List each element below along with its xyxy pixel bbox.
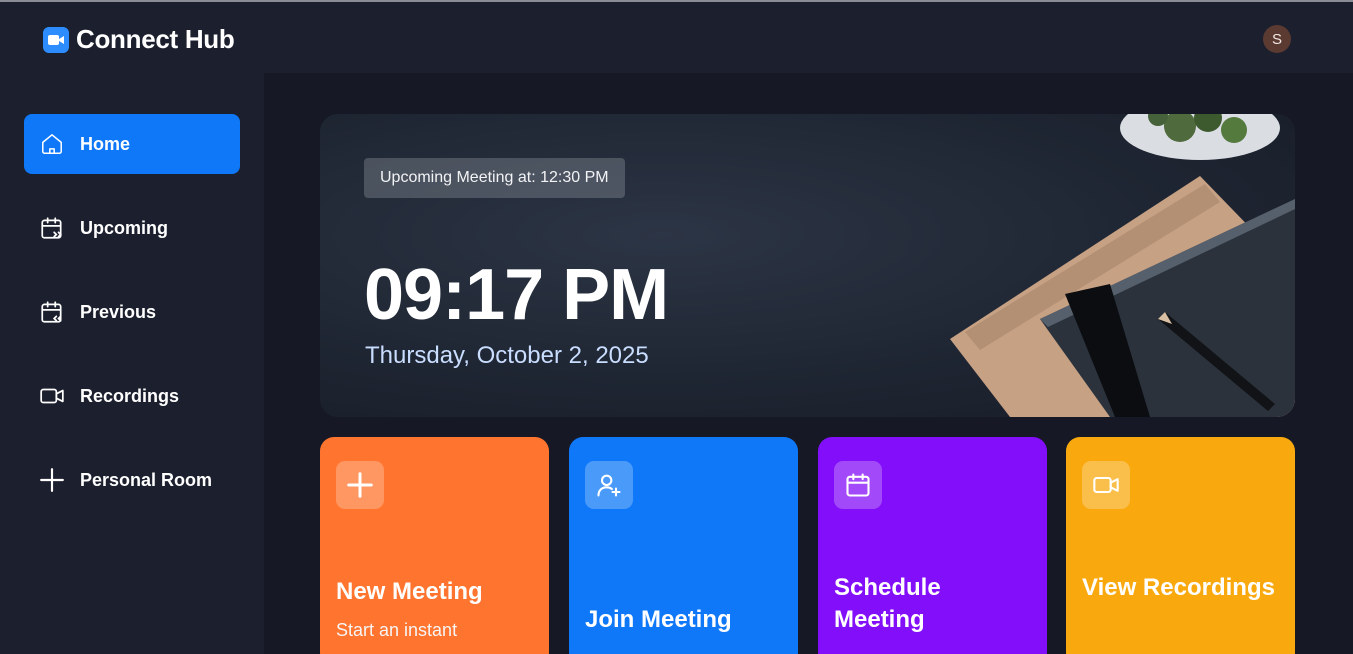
- sidebar-item-label: Previous: [80, 301, 157, 322]
- current-date: Thursday, October 2, 2025: [365, 342, 649, 369]
- sidebar: Home Upcoming Previous Recordings Person…: [0, 73, 264, 654]
- new-meeting-card[interactable]: New Meeting Start an instant: [320, 437, 549, 654]
- video-icon: [39, 383, 65, 409]
- app-title: Connect Hub: [76, 24, 235, 54]
- current-time: 09:17 PM: [364, 255, 669, 335]
- sidebar-item-label: Personal Room: [80, 469, 213, 490]
- card-subtitle: Start an instant: [336, 620, 458, 640]
- video-camera-icon: [43, 26, 69, 53]
- sidebar-item-personal-room[interactable]: Personal Room: [24, 450, 240, 510]
- plus-icon: [336, 461, 384, 509]
- calendar-icon: [834, 461, 882, 509]
- top-navbar: Connect Hub S: [0, 2, 1353, 73]
- hero-banner: Upcoming Meeting at: 12:30 PM 09:17 PM T…: [320, 114, 1295, 417]
- sidebar-item-label: Home: [80, 133, 131, 154]
- card-title: Join Meeting: [585, 606, 732, 633]
- sidebar-item-recordings[interactable]: Recordings: [24, 366, 240, 426]
- sidebar-item-home[interactable]: Home: [24, 114, 240, 174]
- user-avatar[interactable]: S: [1263, 25, 1291, 53]
- sidebar-item-previous[interactable]: Previous: [24, 282, 240, 342]
- sidebar-item-label: Recordings: [80, 385, 180, 406]
- main-content: Upcoming Meeting at: 12:30 PM 09:17 PM T…: [264, 73, 1353, 654]
- home-icon: [39, 131, 65, 157]
- app-logo[interactable]: Connect Hub: [43, 24, 235, 55]
- upcoming-meeting-badge: Upcoming Meeting at: 12:30 PM: [364, 158, 625, 198]
- join-meeting-card[interactable]: Join Meeting: [569, 437, 798, 654]
- card-title: View Recordings: [1082, 574, 1275, 601]
- calendar-back-icon: [39, 299, 65, 325]
- calendar-forward-icon: [39, 215, 65, 241]
- user-add-icon: [585, 461, 633, 509]
- video-icon: [1082, 461, 1130, 509]
- view-recordings-card[interactable]: View Recordings: [1066, 437, 1295, 654]
- card-title: New Meeting: [336, 578, 483, 605]
- schedule-meeting-card[interactable]: Schedule Meeting: [818, 437, 1047, 654]
- sidebar-item-upcoming[interactable]: Upcoming: [24, 198, 240, 258]
- sidebar-item-label: Upcoming: [80, 217, 168, 238]
- plus-icon: [39, 467, 65, 493]
- card-title: Schedule Meeting: [834, 574, 941, 633]
